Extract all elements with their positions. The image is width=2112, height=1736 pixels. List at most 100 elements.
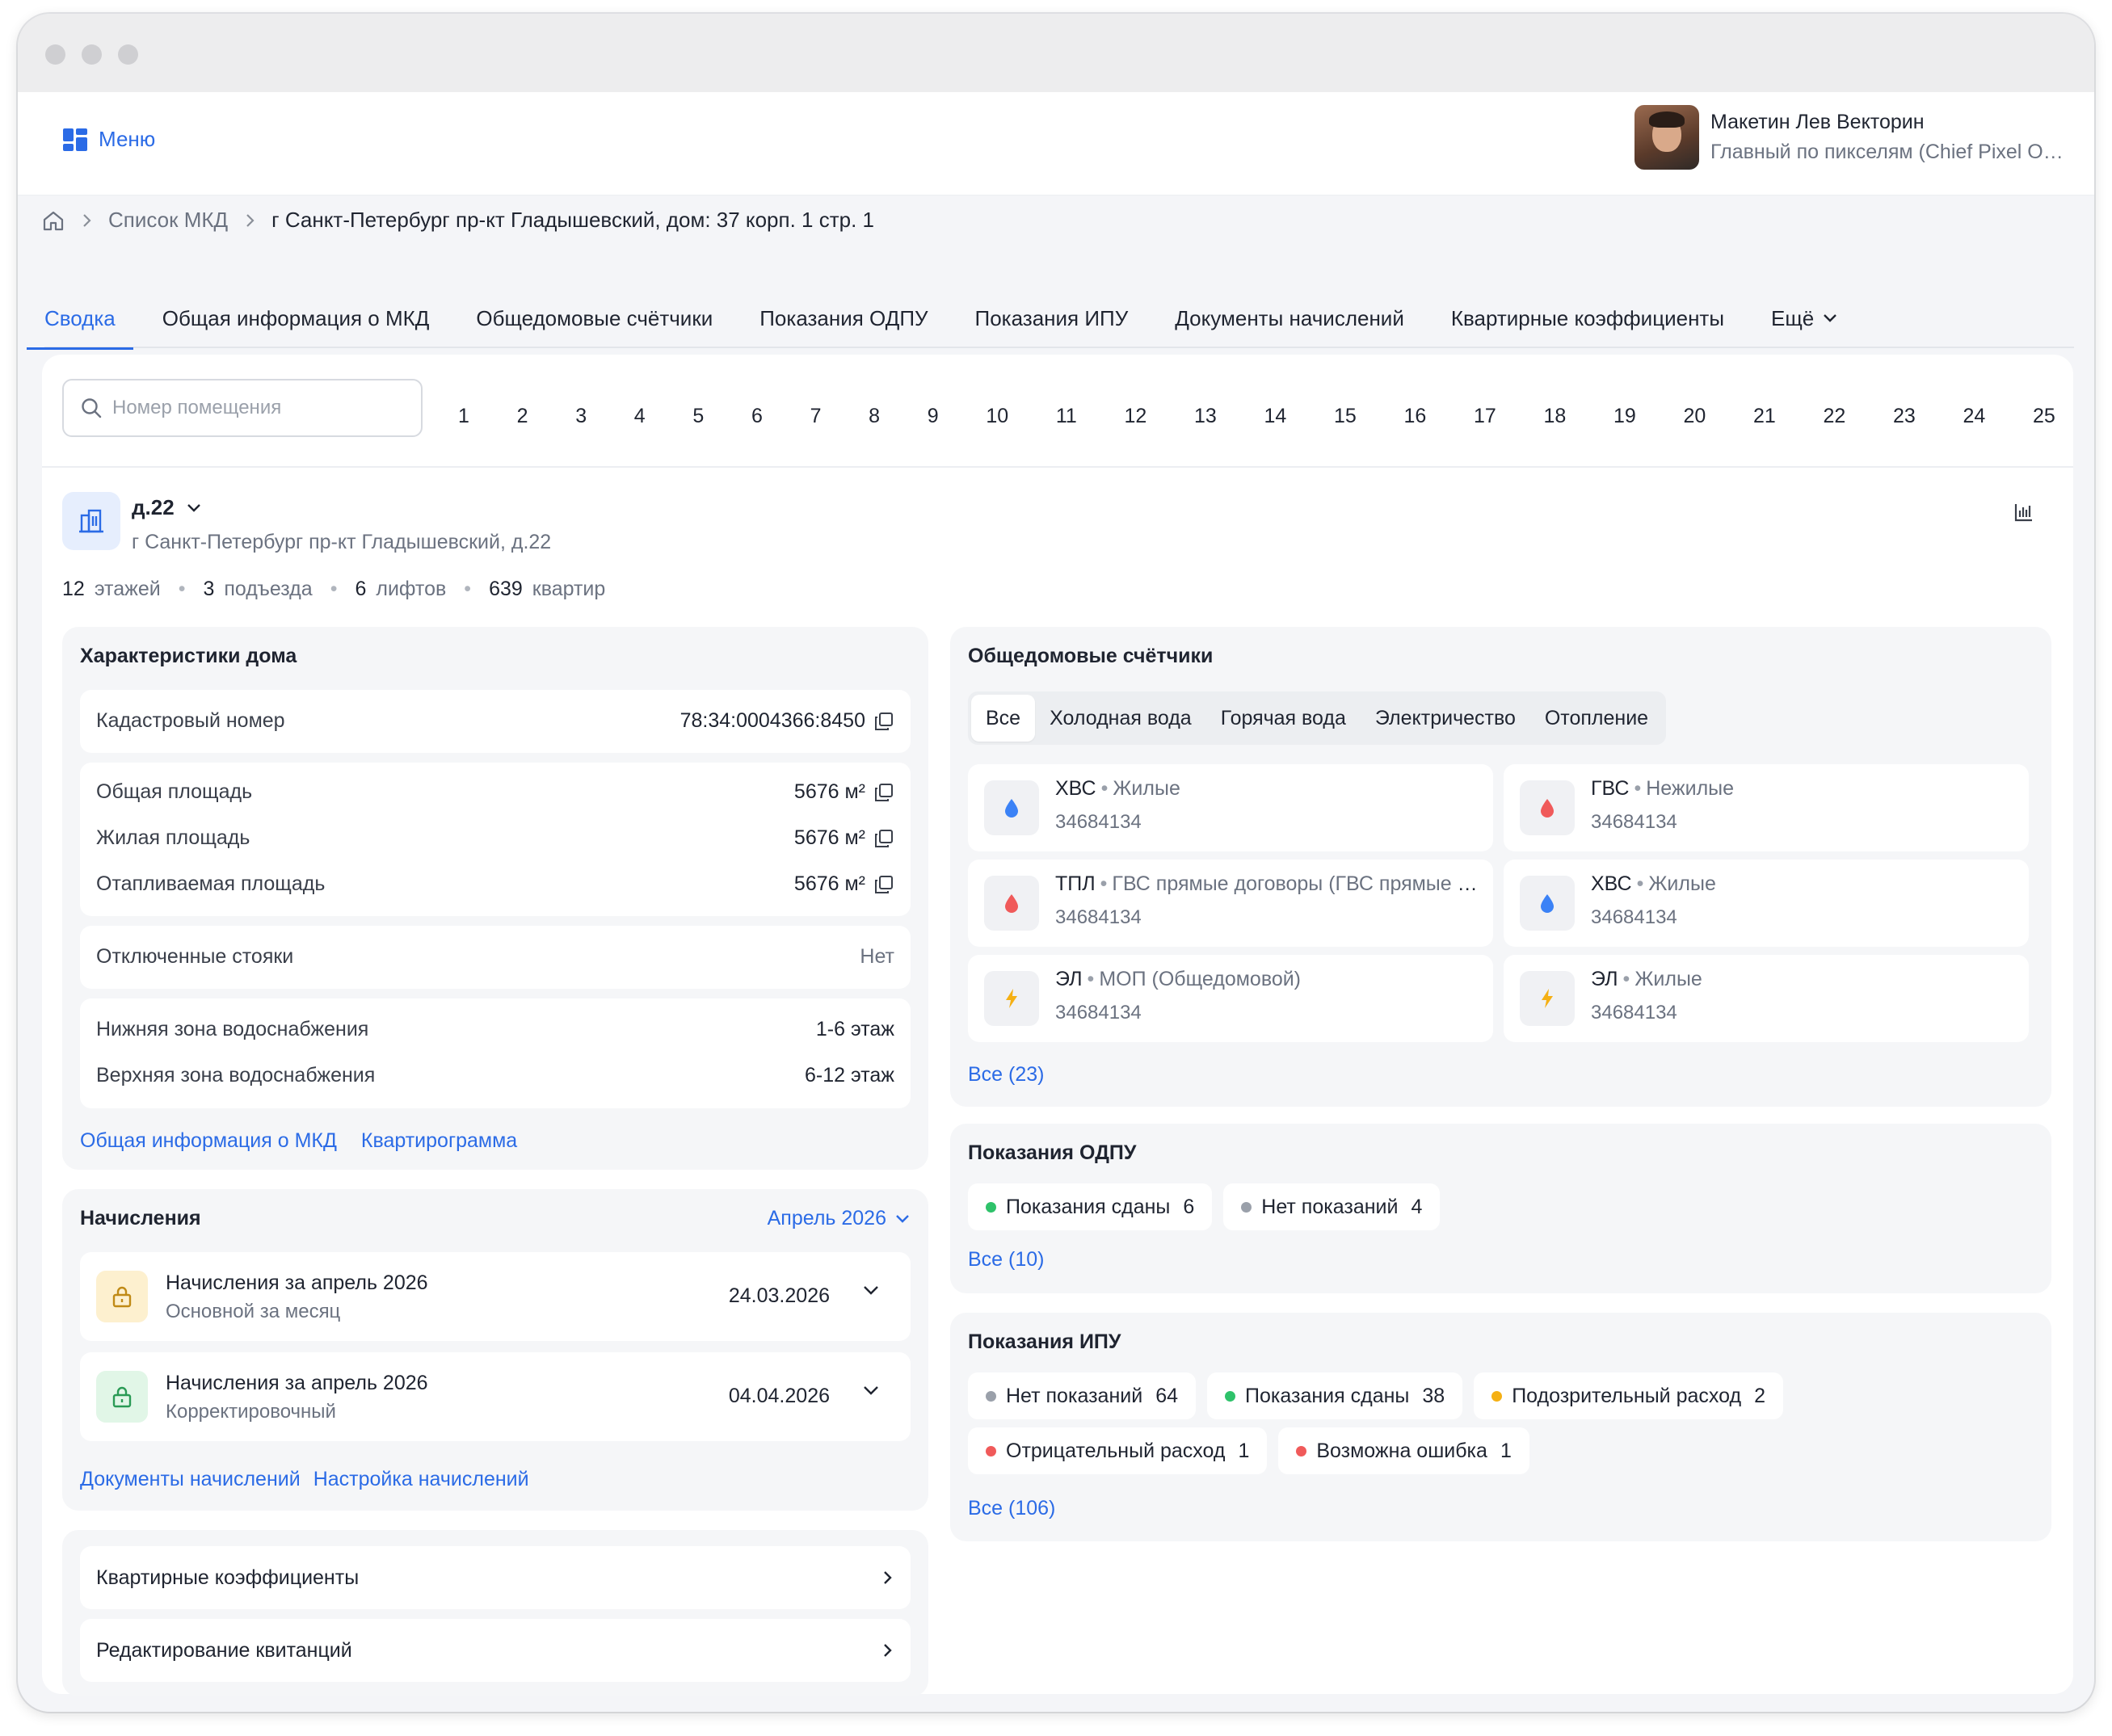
receipt-editing-row[interactable]: Редактирование квитанций	[80, 1619, 911, 1682]
meter-card[interactable]: ХВС • Жилые 34684134	[968, 764, 1493, 851]
chip-count: 1	[1238, 1439, 1250, 1462]
tab-more[interactable]: Ещё	[1771, 288, 1838, 348]
page-link[interactable]: 16	[1403, 405, 1426, 428]
ipu-all-link[interactable]: Все (106)	[968, 1497, 1055, 1520]
meter-card[interactable]: ТПЛ•ГВС прямые договоры (ГВС прямые дого…	[968, 860, 1493, 947]
page-link[interactable]: 18	[1543, 405, 1566, 428]
meter-tab-all[interactable]: Все	[971, 695, 1036, 742]
charge-documents-link[interactable]: Документы начислений	[80, 1468, 301, 1491]
home-icon[interactable]	[42, 210, 65, 231]
menu-label: Меню	[99, 127, 156, 151]
meter-tab-cold-water[interactable]: Холодная вода	[1035, 695, 1206, 742]
tab-common-meters[interactable]: Общедомовые счётчики	[476, 288, 713, 348]
breadcrumb-mkd-list[interactable]: Список МКД	[108, 208, 228, 233]
status-chip[interactable]: Отрицательный расход 1	[968, 1427, 1268, 1474]
charges-period-selector[interactable]: Апрель 2026	[768, 1207, 911, 1230]
tab-charge-documents[interactable]: Документы начислений	[1175, 288, 1404, 348]
page-link[interactable]: 21	[1753, 405, 1776, 428]
status-chip[interactable]: Показания сданы 38	[1207, 1372, 1463, 1419]
avatar	[1634, 105, 1699, 170]
living-area-label: Жилая площадь	[96, 826, 250, 849]
meter-kind: Нежилые	[1646, 777, 1735, 800]
page-link[interactable]: 13	[1194, 405, 1217, 428]
ipu-panel: Показания ИПУ Нет показаний 64 Показания…	[950, 1313, 2051, 1541]
page-link[interactable]: 24	[1963, 405, 1985, 428]
charge-subtitle: Основной за месяц	[166, 1301, 341, 1322]
house-selector[interactable]: д.22	[132, 495, 202, 520]
meter-tab-electricity[interactable]: Электричество	[1361, 695, 1530, 742]
window-maximize-dot[interactable]	[118, 44, 138, 65]
user-profile[interactable]: Макетин Лев Векторин Главный по пикселям…	[1634, 105, 2066, 170]
page-link[interactable]: 15	[1334, 405, 1357, 428]
bar-chart-icon[interactable]	[2013, 502, 2034, 523]
apartment-coefficients-row[interactable]: Квартирные коэффициенты	[80, 1546, 911, 1609]
status-chip[interactable]: Нет показаний 64	[968, 1372, 1196, 1419]
tab-summary[interactable]: Сводка	[27, 288, 133, 350]
chip-label: Нет показаний	[1261, 1195, 1399, 1218]
tab-apartment-coefficients[interactable]: Квартирные коэффициенты	[1451, 288, 1724, 348]
meter-card[interactable]: ХВС • Жилые 34684134	[1504, 860, 2029, 947]
page-link[interactable]: 20	[1683, 405, 1706, 428]
page-link[interactable]: 14	[1264, 405, 1286, 428]
chip-label: Показания сданы	[1245, 1384, 1410, 1407]
window-minimize-dot[interactable]	[82, 44, 102, 65]
page-link[interactable]: 22	[1823, 405, 1845, 428]
meters-all-link[interactable]: Все (23)	[968, 1063, 1044, 1087]
page-link[interactable]: 8	[869, 405, 880, 428]
page-link[interactable]: 2	[517, 405, 528, 428]
tab-ipu-readings[interactable]: Показания ИПУ	[975, 288, 1129, 348]
meter-number: 34684134	[1055, 1002, 1142, 1024]
status-chip[interactable]: Подозрительный расход 2	[1474, 1372, 1783, 1419]
tab-general-info[interactable]: Общая информация о МКД	[162, 288, 430, 348]
risers-label: Отключенные стояки	[96, 945, 294, 968]
copy-icon[interactable]	[873, 711, 894, 732]
house-address: г Санкт-Петербург пр-кт Гладышевский, д.…	[132, 531, 552, 553]
tab-odpu-readings[interactable]: Показания ОДПУ	[759, 288, 928, 348]
page-link[interactable]: 17	[1474, 405, 1496, 428]
charge-item[interactable]: Начисления за апрель 2026 Корректировочн…	[80, 1352, 911, 1441]
window-close-dot[interactable]	[45, 44, 65, 65]
meter-number: 34684134	[1591, 811, 1677, 833]
charge-settings-link[interactable]: Настройка начислений	[313, 1468, 529, 1491]
page-link[interactable]: 6	[751, 405, 763, 428]
page-link[interactable]: 23	[1893, 405, 1916, 428]
charge-item[interactable]: Начисления за апрель 2026 Основной за ме…	[80, 1252, 911, 1341]
copy-icon[interactable]	[873, 828, 894, 849]
page-link[interactable]: 4	[634, 405, 646, 428]
menu-button[interactable]: Меню	[63, 127, 155, 152]
odpu-panel: Показания ОДПУ Показания сданы 6 Нет пок…	[950, 1124, 2051, 1293]
copy-icon[interactable]	[873, 782, 894, 803]
meter-type: ХВС	[1591, 872, 1632, 895]
tab-more-label: Ещё	[1771, 306, 1815, 330]
apartment-chart-link[interactable]: Квартирограмма	[361, 1129, 517, 1153]
risers-value: Нет	[860, 945, 894, 968]
page-link[interactable]: 10	[986, 405, 1008, 428]
browser-window: Меню Макетин Лев Векторин Главный по пик…	[18, 14, 2094, 1712]
status-chip[interactable]: Показания сданы 6	[968, 1183, 1213, 1230]
page-link[interactable]: 12	[1124, 405, 1146, 428]
meter-card[interactable]: ЭЛ • МОП (Общедомовой) 34684134	[968, 955, 1493, 1042]
page-link[interactable]: 9	[928, 405, 939, 428]
status-chip[interactable]: Нет показаний 4	[1223, 1183, 1441, 1230]
page-link[interactable]: 3	[575, 405, 587, 428]
meter-tab-hot-water[interactable]: Горячая вода	[1206, 695, 1361, 742]
page-link[interactable]: 19	[1613, 405, 1636, 428]
page-link[interactable]: 7	[810, 405, 822, 428]
general-info-link[interactable]: Общая информация о МКД	[80, 1129, 337, 1153]
apartment-search[interactable]	[62, 379, 423, 437]
living-area-value: 5676 м²	[793, 826, 865, 849]
stat-apartments-value: 639	[489, 578, 523, 600]
area-card: Общая площадь 5676 м² Жилая площадь 5676…	[80, 763, 911, 916]
status-chip[interactable]: Возможна ошибка 1	[1278, 1427, 1529, 1474]
odpu-all-link[interactable]: Все (10)	[968, 1248, 1044, 1272]
meter-card[interactable]: ГВС • Нежилые 34684134	[1504, 764, 2029, 851]
page-link[interactable]: 25	[2033, 405, 2055, 428]
page-link[interactable]: 1	[458, 405, 469, 428]
meter-tab-heating[interactable]: Отопление	[1530, 695, 1663, 742]
page-link[interactable]: 5	[692, 405, 704, 428]
chevron-down-icon	[1824, 314, 1837, 322]
apartment-search-input[interactable]	[112, 397, 403, 419]
copy-icon[interactable]	[873, 874, 894, 895]
page-link[interactable]: 11	[1056, 405, 1077, 428]
meter-card[interactable]: ЭЛ • Жилые 34684134	[1504, 955, 2029, 1042]
